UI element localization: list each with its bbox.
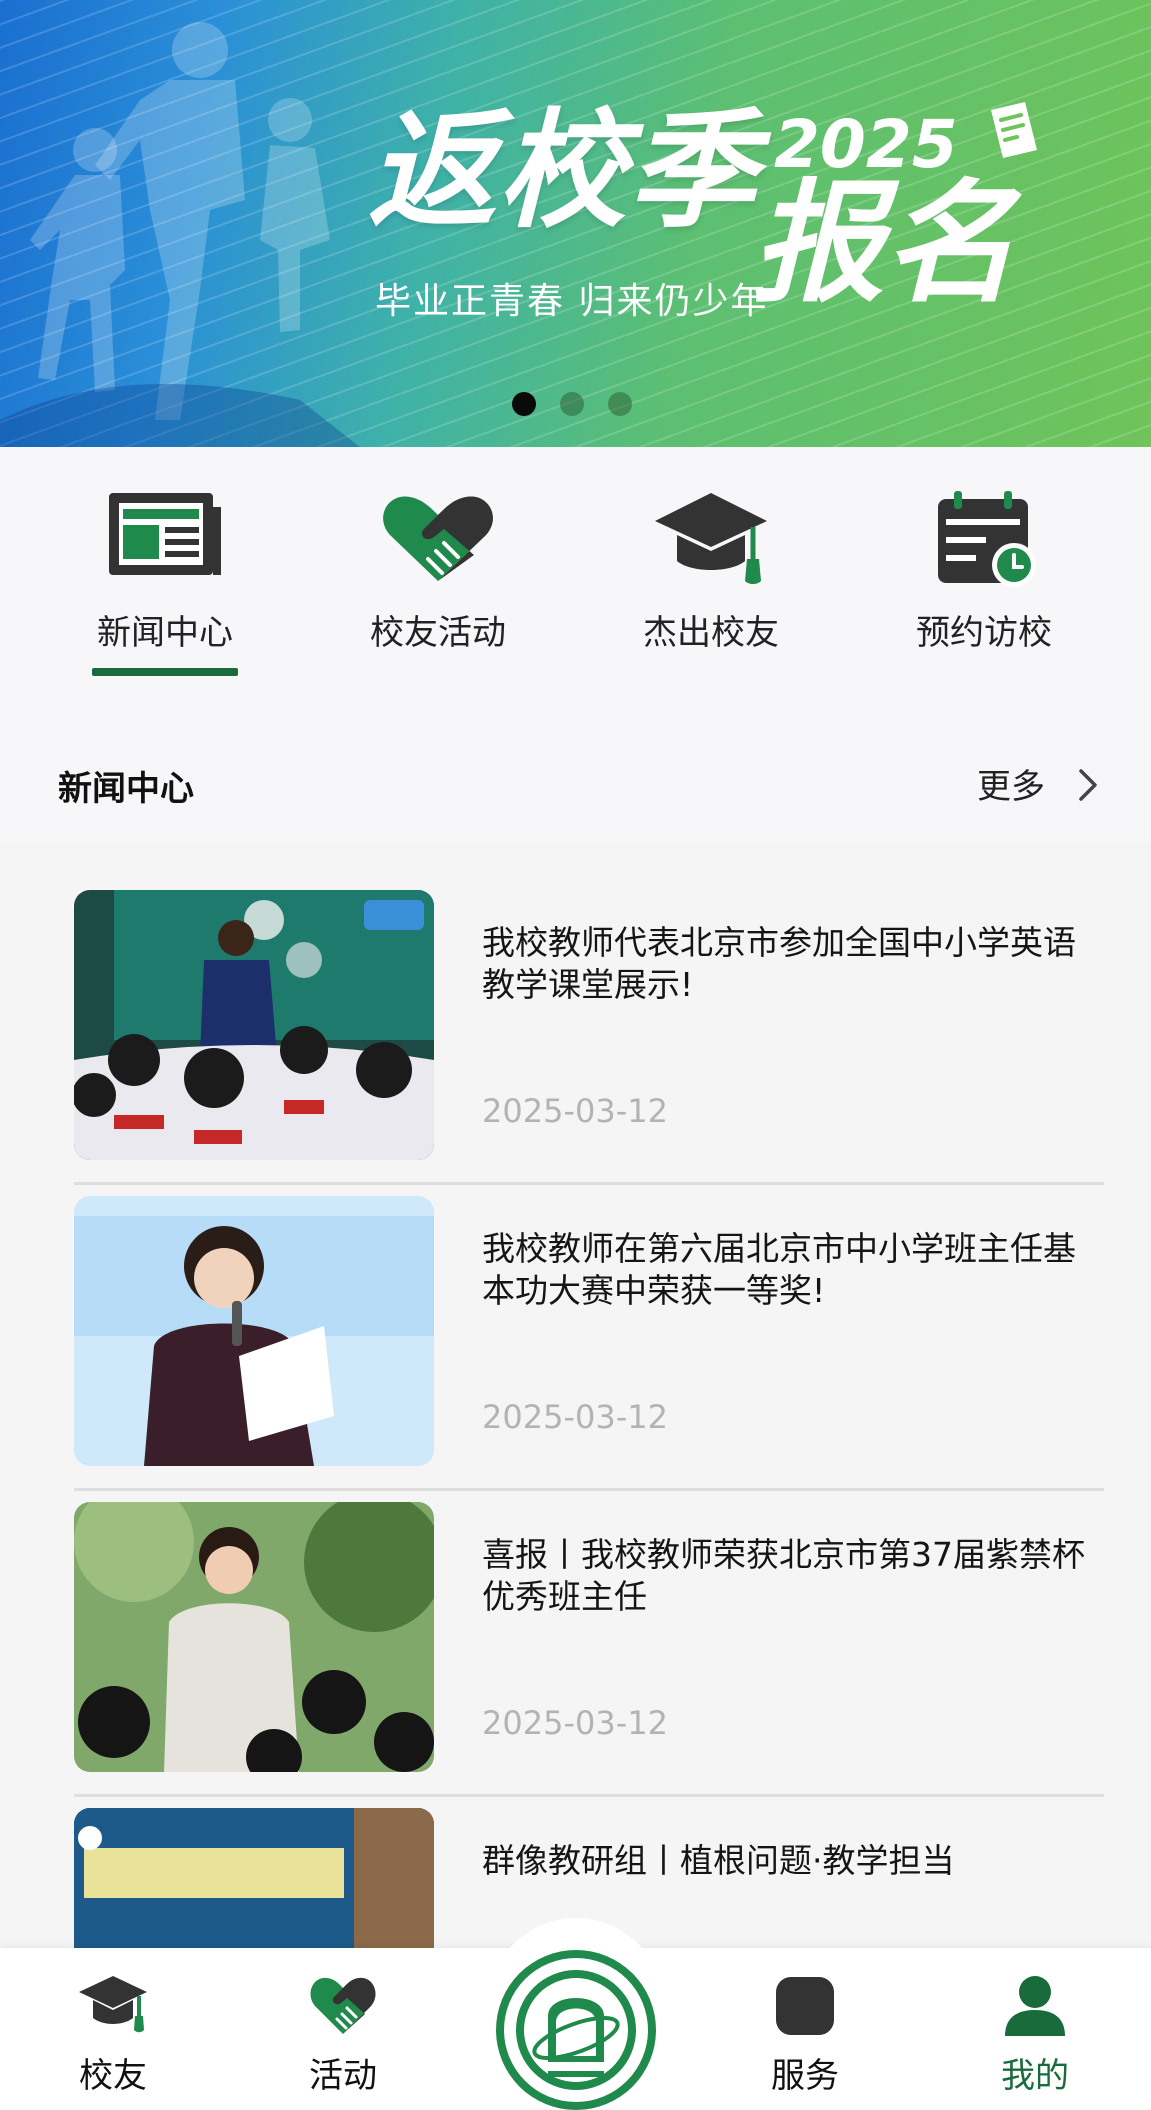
news-date: 2025-03-12 <box>482 1704 668 1742</box>
banner-subtitle: 毕业正青春 归来仍少年 <box>375 281 769 322</box>
tab-services[interactable]: 服务 <box>730 1970 880 2097</box>
news-title[interactable]: 喜报丨我校教师荣获北京市第37届紫禁杯优秀班主任 <box>482 1534 1104 1618</box>
quick-nav: 新闻中心 校友活动 杰出校友 预约访校 <box>0 447 1151 697</box>
tab-activities[interactable]: 活动 <box>268 1970 418 2097</box>
quick-nav-outstanding-alumni[interactable]: 杰出校友 <box>611 489 811 654</box>
user-icon <box>1005 1976 1065 2036</box>
tab-mine[interactable]: 我的 <box>960 1970 1110 2097</box>
banner-title-sign: 报名 <box>752 167 1016 321</box>
news-item[interactable]: 我校教师代表北京市参加全国中小学英语教学课堂展示! 2025-03-12 <box>74 842 1104 1185</box>
carousel-dot[interactable] <box>560 392 584 416</box>
news-date: 2025-03-12 <box>482 1092 668 1130</box>
handshake-icon <box>383 496 493 581</box>
carousel-indicators <box>512 392 632 416</box>
banner-title: 返校季 <box>368 97 759 246</box>
quick-nav-label: 校友活动 <box>370 613 506 653</box>
grid-icon <box>776 1977 834 2035</box>
news-title[interactable]: 群像教研组丨植根问题·教学担当 <box>482 1840 1104 1882</box>
calendar-clock-icon <box>938 491 1036 587</box>
runners-illustration <box>0 22 360 447</box>
newspaper-icon <box>109 493 221 575</box>
news-title[interactable]: 我校教师代表北京市参加全国中小学英语教学课堂展示! <box>482 922 1104 1006</box>
more-link[interactable]: 更多 <box>977 759 1045 808</box>
section-title: 新闻中心 <box>58 769 194 809</box>
banner-carousel[interactable]: 返校季 2025 报名 毕业正青春 归来仍少年 <box>0 0 1151 447</box>
graduation-cap-icon <box>655 493 767 584</box>
news-item[interactable]: 喜报丨我校教师荣获北京市第37届紫禁杯优秀班主任 2025-03-12 <box>74 1454 1104 1797</box>
carousel-dot[interactable] <box>512 392 536 416</box>
news-thumbnail <box>74 1502 434 1772</box>
news-item[interactable]: 我校教师在第六届北京市中小学班主任基本功大赛中荣获一等奖! 2025-03-12 <box>74 1148 1104 1491</box>
news-date: 2025-03-12 <box>482 1398 668 1436</box>
tab-label: 我的 <box>1001 2056 1069 2096</box>
tab-label: 校友 <box>79 2056 147 2096</box>
chevron-right-icon[interactable] <box>1073 765 1103 805</box>
tab-label: 服务 <box>771 2056 839 2096</box>
pen-icon <box>991 102 1037 158</box>
quick-nav-label: 新闻中心 <box>97 613 233 653</box>
news-thumbnail <box>74 890 434 1160</box>
tab-label: 活动 <box>309 2056 377 2096</box>
quick-nav-label: 预约访校 <box>916 613 1052 653</box>
active-tab-underline <box>92 668 238 676</box>
tab-alumni[interactable]: 校友 <box>38 1970 188 2097</box>
quick-nav-alumni-activities[interactable]: 校友活动 <box>338 489 538 654</box>
graduation-cap-icon <box>79 1976 147 2033</box>
news-title[interactable]: 我校教师在第六届北京市中小学班主任基本功大赛中荣获一等奖! <box>482 1228 1104 1312</box>
news-thumbnail <box>74 1196 434 1466</box>
news-thumbnail <box>74 1808 434 1952</box>
carousel-dot[interactable] <box>608 392 632 416</box>
handshake-icon <box>310 1977 376 2034</box>
quick-nav-news-center[interactable]: 新闻中心 <box>65 489 265 676</box>
quick-nav-book-visit[interactable]: 预约访校 <box>884 489 1084 654</box>
news-list: 我校教师代表北京市参加全国中小学英语教学课堂展示! 2025-03-12 我校教… <box>0 842 1151 1952</box>
news-section-header: 新闻中心 更多 <box>0 697 1151 842</box>
quick-nav-label: 杰出校友 <box>643 613 779 653</box>
school-logo-icon[interactable] <box>488 1942 664 2110</box>
